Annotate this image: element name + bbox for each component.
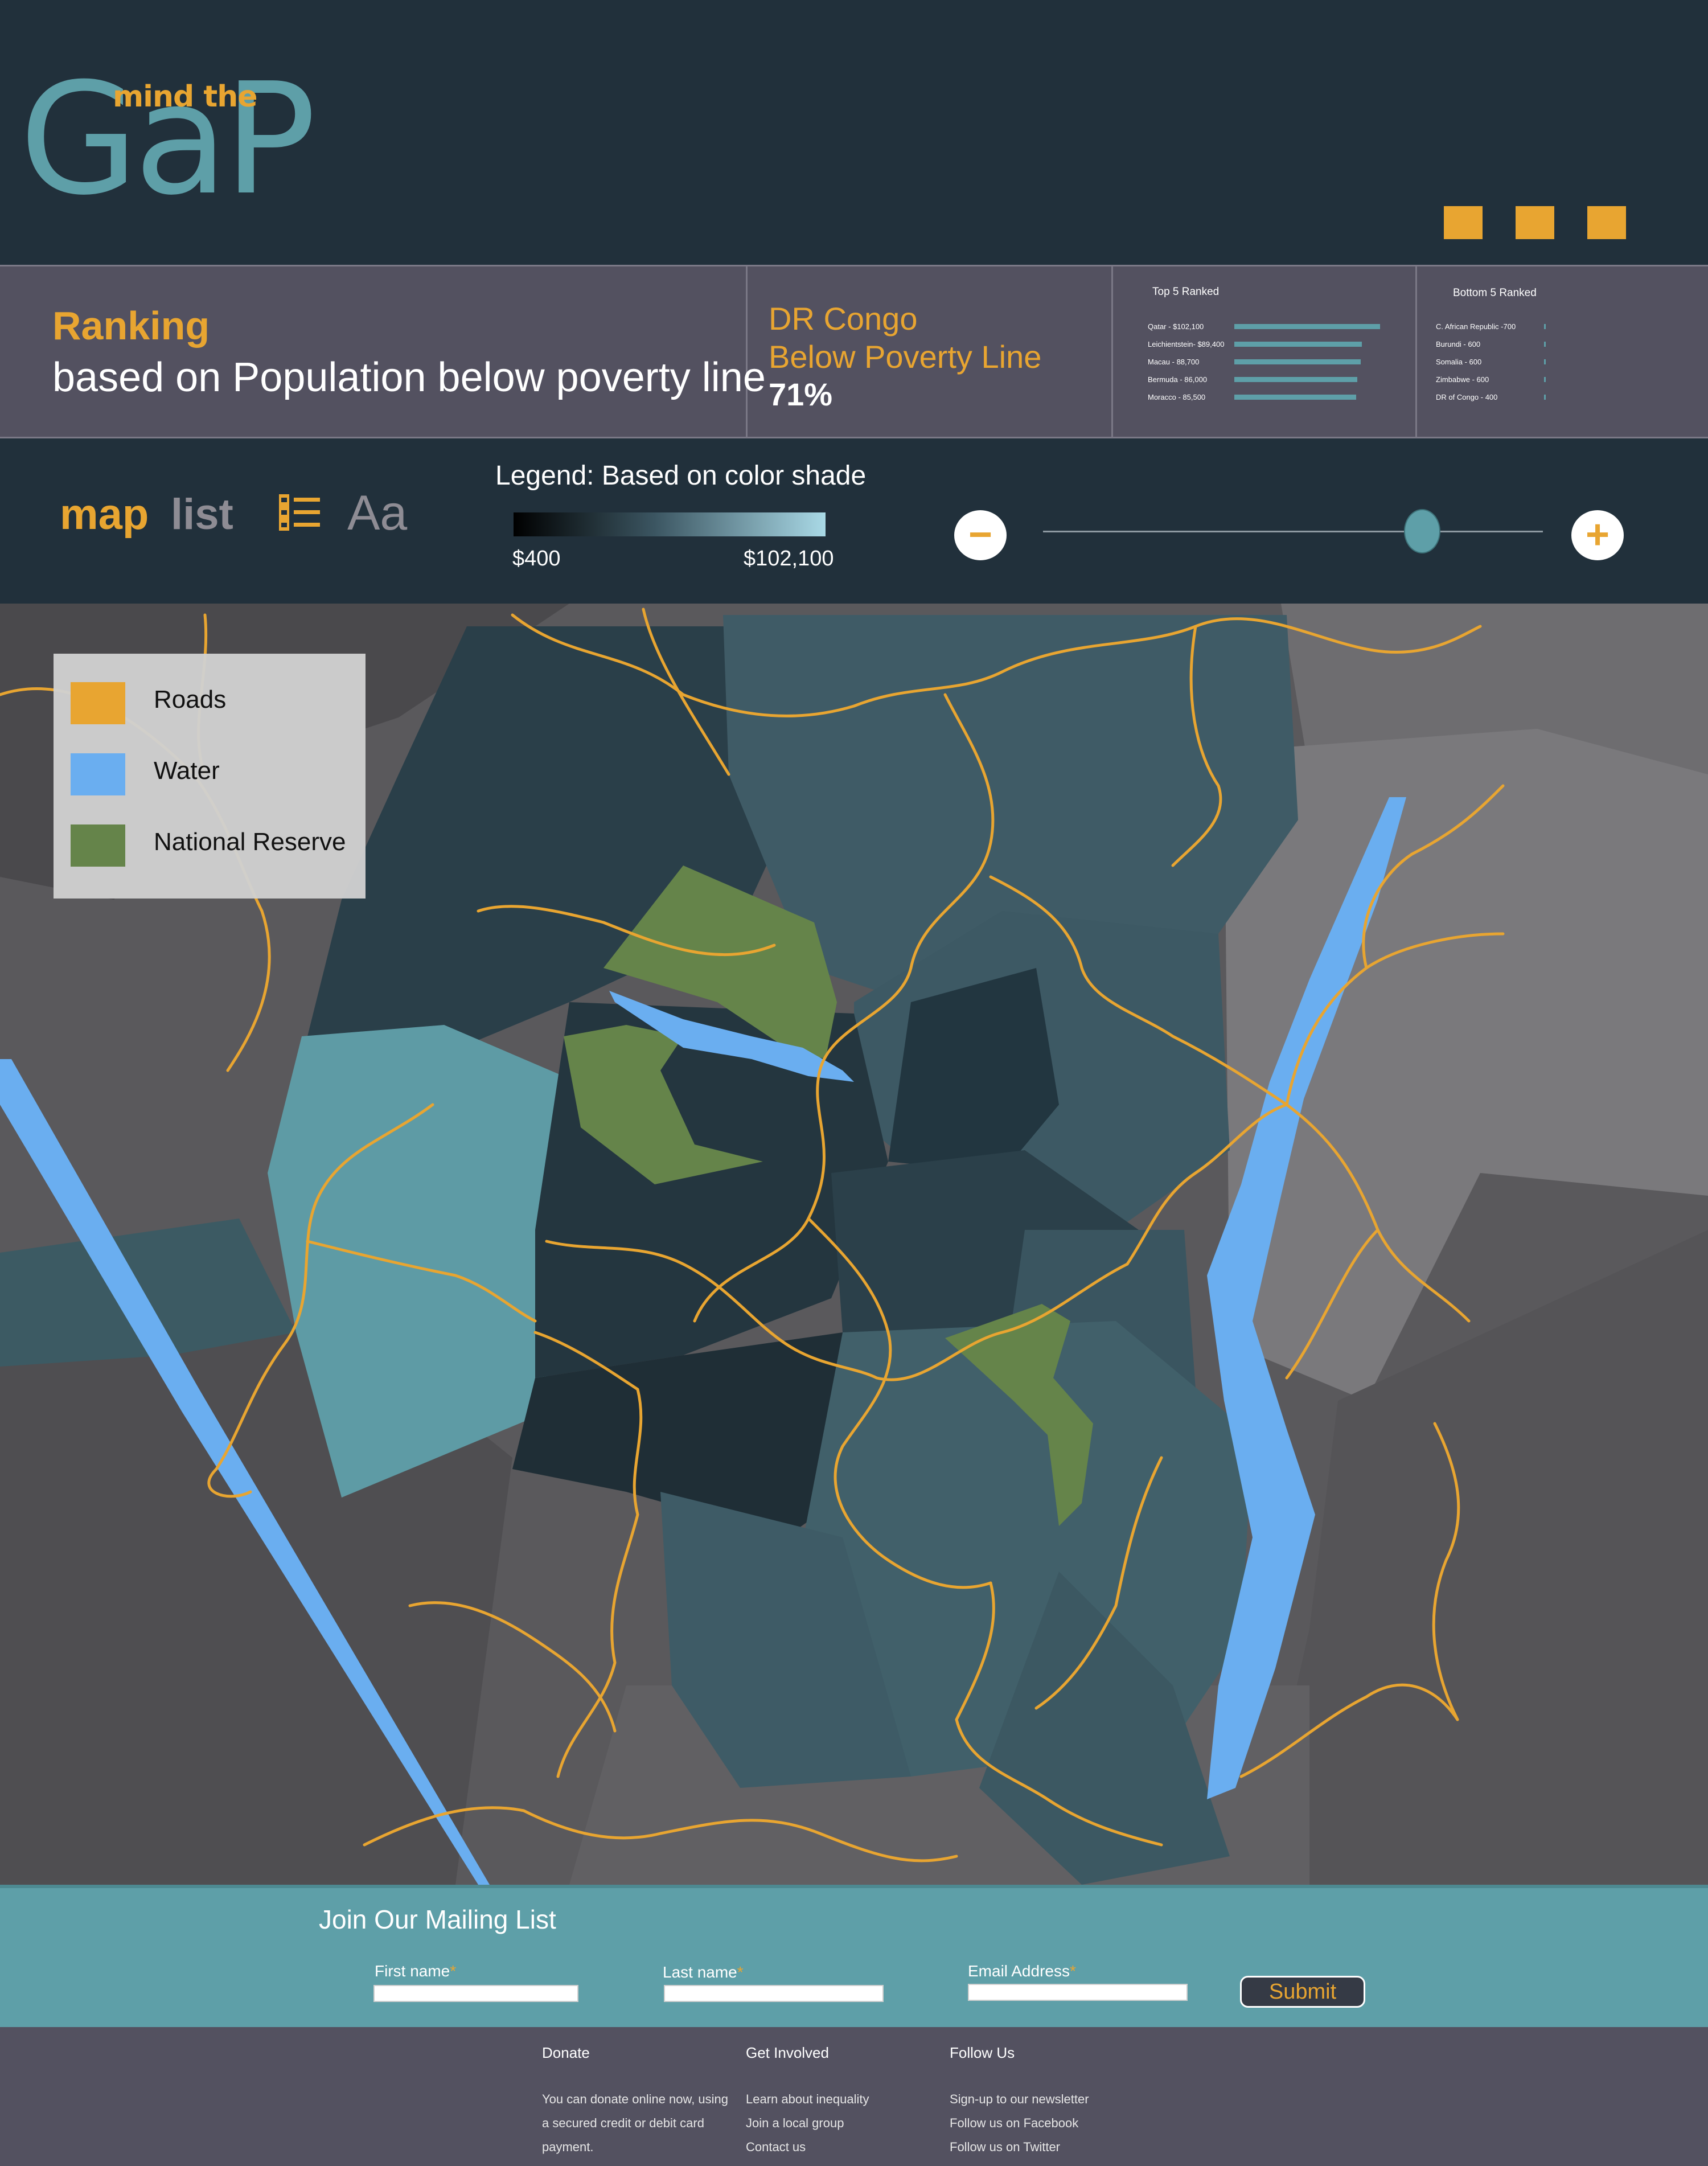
menu-dot-icon[interactable] [1587, 206, 1626, 239]
footer-link[interactable]: Follow us on Twitter [950, 2135, 1060, 2159]
ranked-item-label: DR of Congo - 400 [1436, 393, 1498, 401]
ranked-item-label: Moracco - 85,500 [1148, 393, 1206, 401]
ranked-item-bar [1234, 324, 1380, 329]
ranked-item-bar [1234, 395, 1356, 400]
tab-map[interactable]: map [60, 490, 149, 539]
ranked-item-bar [1544, 342, 1546, 347]
last-name-field[interactable] [664, 1985, 884, 2002]
footer-link[interactable]: Contact us [746, 2135, 806, 2159]
ranked-item-label: C. African Republic -700 [1436, 322, 1516, 331]
indicator-label: Below Poverty Line [769, 339, 1042, 375]
mailing-list-title: Join Our Mailing List [319, 1905, 556, 1934]
color-legend-title: Legend: Based on color shade [495, 461, 867, 491]
color-gradient-scale [514, 512, 826, 536]
ranking-subtitle: based on Population below poverty line [52, 355, 766, 400]
menu-dot-icon[interactable] [1516, 206, 1554, 239]
indicator-value: 71% [769, 376, 833, 412]
mailing-list-section [0, 1885, 1708, 2027]
divider [1111, 265, 1113, 438]
bottom5-heading: Bottom 5 Ranked [1453, 287, 1537, 299]
color-scale-min: $400 [512, 547, 561, 571]
legend-swatch [71, 753, 125, 795]
tab-list[interactable]: list [171, 490, 233, 539]
ranked-item-bar [1544, 324, 1546, 329]
footer-heading: Get Involved [746, 2044, 829, 2061]
ranked-item-bar [1234, 359, 1361, 364]
ranked-item-label: Burundi - 600 [1436, 340, 1481, 348]
footer-heading: Follow Us [950, 2044, 1015, 2061]
ranked-item-bar [1234, 342, 1362, 347]
selected-country: DR Congo [769, 301, 918, 337]
first-name-field[interactable] [373, 1985, 578, 2002]
last-name-label: Last name* [663, 1963, 744, 1981]
divider [1415, 265, 1417, 438]
ranked-item-label: Macau - 88,700 [1148, 358, 1200, 366]
legend-label: National Reserve [154, 828, 346, 856]
footer-link[interactable]: Sign-up to our newsletter [950, 2087, 1089, 2111]
footer-link[interactable]: Learn about inequality [746, 2087, 869, 2111]
ranked-item-bar [1544, 359, 1546, 364]
ranked-item-label: Zimbabwe - 600 [1436, 375, 1489, 384]
zoom-slider-thumb[interactable] [1404, 509, 1440, 553]
footer-text: a secured credit or debit card [542, 2116, 704, 2130]
email-label: Email Address* [968, 1962, 1076, 1980]
ranked-item-bar [1234, 377, 1357, 382]
ranking-title: Ranking [52, 303, 210, 348]
legend-swatch [71, 682, 125, 724]
ranked-item-bar [1544, 377, 1546, 382]
footer-link[interactable]: Join a local group [746, 2111, 844, 2135]
zoom-in-button[interactable]: + [1571, 510, 1624, 560]
list-view-icon[interactable] [278, 493, 321, 533]
submit-button[interactable]: Submit [1240, 1976, 1365, 2008]
font-size-toggle[interactable]: Aa [347, 485, 407, 542]
legend-swatch [71, 824, 125, 867]
zoom-out-button[interactable]: − [954, 510, 1007, 560]
top5-heading: Top 5 Ranked [1152, 286, 1220, 298]
email-field[interactable] [968, 1984, 1188, 2001]
ranked-item-label: Leichientstein- $89,400 [1148, 340, 1225, 348]
logo-tagline: mind the [113, 80, 257, 114]
footer-text: payment. [542, 2140, 594, 2154]
ranked-item-label: Somalia - 600 [1436, 358, 1482, 366]
color-scale-max: $102,100 [744, 547, 834, 571]
ranked-item-label: Qatar - $102,100 [1148, 322, 1204, 331]
ranked-item-label: Bermuda - 86,000 [1148, 375, 1208, 384]
footer-link[interactable]: Follow us on Facebook [950, 2111, 1078, 2135]
zoom-slider-track[interactable] [1043, 531, 1543, 532]
legend-label: Water [154, 757, 220, 785]
first-name-label: First name* [375, 1962, 457, 1980]
footer-heading: Donate [542, 2044, 590, 2061]
ranked-item-bar [1544, 395, 1546, 400]
footer-text: You can donate online now, using [542, 2092, 729, 2106]
divider [746, 265, 748, 438]
menu-dot-icon[interactable] [1444, 206, 1483, 239]
legend-label: Roads [154, 686, 227, 713]
